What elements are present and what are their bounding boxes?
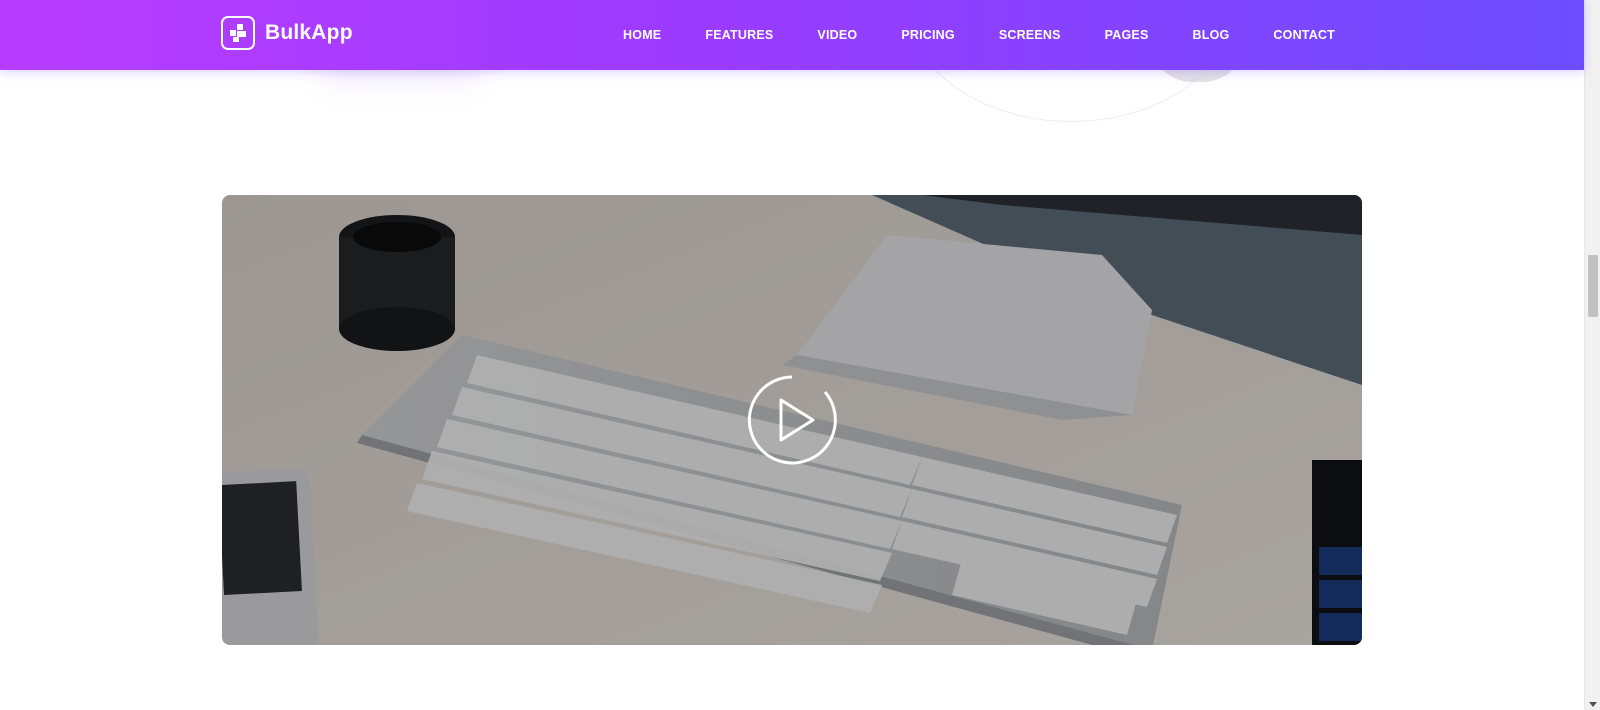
- nav-link-contact[interactable]: CONTACT: [1273, 28, 1335, 42]
- video-preview[interactable]: [222, 195, 1362, 645]
- brand-name: BulkApp: [265, 21, 353, 44]
- brand-logo-icon: [221, 16, 255, 50]
- main-nav: HOME FEATURES VIDEO PRICING SCREENS PAGE…: [579, 0, 1335, 70]
- nav-link-video[interactable]: VIDEO: [817, 28, 857, 42]
- scrollbar-thumb[interactable]: [1588, 255, 1598, 317]
- nav-link-features[interactable]: FEATURES: [705, 28, 773, 42]
- nav-link-pricing[interactable]: PRICING: [901, 28, 955, 42]
- brand-logo-link[interactable]: BulkApp: [221, 16, 353, 50]
- play-circle-icon[interactable]: [747, 375, 837, 465]
- scroll-down-arrow-icon[interactable]: [1589, 702, 1597, 707]
- site-header: BulkApp HOME FEATURES VIDEO PRICING SCRE…: [0, 0, 1584, 70]
- page-scrollbar[interactable]: [1584, 0, 1600, 710]
- nav-link-home[interactable]: HOME: [623, 28, 661, 42]
- nav-link-blog[interactable]: BLOG: [1193, 28, 1230, 42]
- nav-link-pages[interactable]: PAGES: [1105, 28, 1149, 42]
- nav-link-screens[interactable]: SCREENS: [999, 28, 1061, 42]
